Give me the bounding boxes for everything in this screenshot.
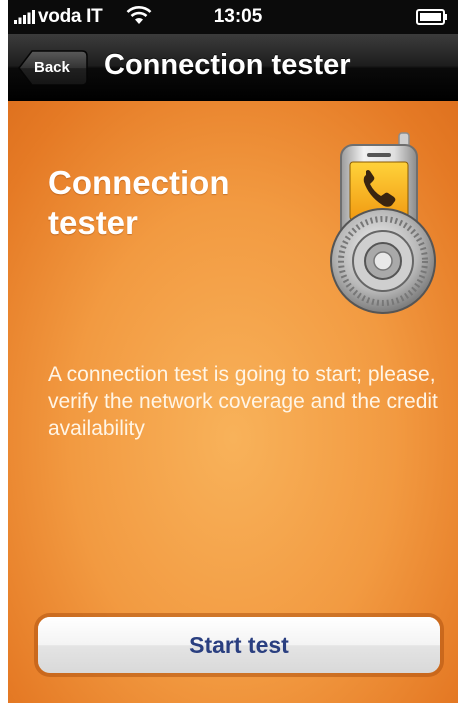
back-button[interactable]: Back xyxy=(18,50,88,86)
phone-lock-icon xyxy=(330,132,436,314)
navigation-bar: Back Connection tester xyxy=(8,34,458,101)
status-bar: voda IT 13:05 xyxy=(8,0,458,34)
info-message: A connection test is going to start; ple… xyxy=(48,363,438,440)
phone-screen: voda IT 13:05 Back Connection tester Con… xyxy=(8,0,458,703)
nav-title: Connection tester xyxy=(104,49,351,81)
main-content: Connection tester A connection test is g… xyxy=(8,101,458,703)
status-time: 13:05 xyxy=(213,6,263,27)
battery-icon xyxy=(416,9,447,25)
back-button-label: Back xyxy=(34,59,70,76)
page-heading: Connection tester xyxy=(48,164,230,241)
start-test-button[interactable]: Start test xyxy=(38,617,440,673)
